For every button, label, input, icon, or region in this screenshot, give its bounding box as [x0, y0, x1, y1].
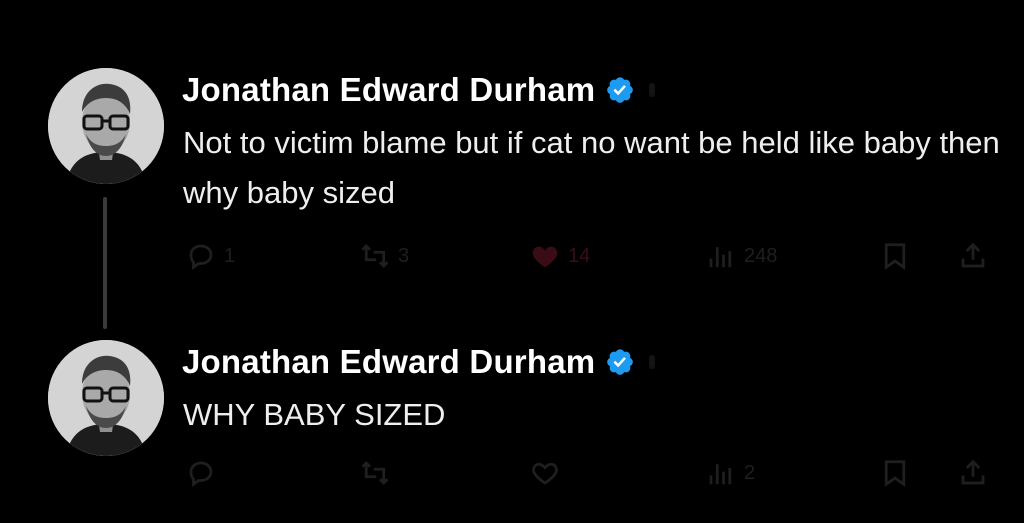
tweet-text: WHY BABY SIZED	[183, 397, 446, 432]
repost-icon	[361, 461, 389, 485]
verified-badge-icon[interactable]	[605, 75, 635, 105]
reply-count: 1	[224, 244, 236, 267]
handle-overflow	[649, 83, 656, 97]
repost-count: 3	[398, 244, 410, 267]
views-count: 248	[744, 244, 778, 267]
avatar[interactable]	[48, 68, 164, 184]
bookmark-button[interactable]	[880, 241, 910, 271]
reply-button[interactable]	[186, 458, 224, 488]
repost-icon	[361, 244, 389, 268]
bookmark-icon	[884, 460, 906, 487]
share-icon	[961, 459, 985, 485]
share-button[interactable]	[958, 458, 988, 488]
reply-icon	[189, 461, 213, 487]
tweet-thread: Jonathan Edward Durham Not to victim bla…	[0, 0, 1024, 523]
repost-button[interactable]	[360, 458, 398, 488]
avatar[interactable]	[48, 340, 164, 456]
avatar-photo-icon	[48, 340, 164, 456]
heart-outline-icon	[532, 462, 558, 485]
like-button[interactable]: 14	[530, 241, 590, 271]
tweet-header: Jonathan Edward Durham	[182, 338, 656, 386]
reply-button[interactable]: 1	[186, 241, 235, 271]
views-chart-icon	[709, 464, 732, 485]
heart-filled-icon	[532, 246, 558, 268]
avatar-photo-icon	[48, 68, 164, 184]
tweet-text: Not to victim blame but if cat no want b…	[183, 125, 1000, 210]
reply-icon	[189, 244, 213, 270]
author-name[interactable]: Jonathan Edward Durham	[182, 71, 595, 109]
like-count: 14	[568, 244, 591, 267]
share-button[interactable]	[958, 241, 988, 271]
action-bar: 2	[0, 458, 1024, 498]
bookmark-button[interactable]	[880, 458, 910, 488]
views-count: 2	[744, 461, 756, 484]
verified-badge-icon[interactable]	[605, 347, 635, 377]
bookmark-icon	[884, 243, 906, 270]
tweet-header: Jonathan Edward Durham	[182, 66, 656, 114]
like-button[interactable]	[530, 458, 568, 488]
views-button[interactable]: 2	[706, 458, 755, 488]
views-button[interactable]: 248	[706, 241, 777, 271]
repost-button[interactable]: 3	[360, 241, 409, 271]
handle-overflow	[649, 355, 656, 369]
action-bar: 1 3 14 248	[0, 241, 1024, 281]
share-icon	[961, 242, 985, 268]
views-chart-icon	[709, 247, 732, 268]
thread-connector-line	[103, 197, 107, 329]
author-name[interactable]: Jonathan Edward Durham	[182, 343, 595, 381]
